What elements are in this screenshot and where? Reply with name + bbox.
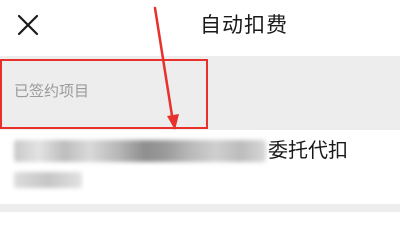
redacted-subtitle — [14, 172, 82, 188]
close-icon — [17, 14, 39, 36]
bottom-divider — [0, 204, 400, 212]
redacted-merchant-name — [14, 140, 266, 162]
list-item-signed-agreement[interactable]: 委托代扣 — [0, 130, 400, 204]
highlight-annotation-box — [0, 59, 208, 129]
close-button[interactable] — [14, 11, 42, 39]
page-title: 自动扣费 — [200, 13, 288, 37]
nav-bar: 自动扣费 — [0, 0, 400, 56]
list-item-title: 委托代扣 — [268, 138, 348, 162]
auto-deduction-screen: 自动扣费 已签约项目 委托代扣 — [0, 0, 400, 212]
